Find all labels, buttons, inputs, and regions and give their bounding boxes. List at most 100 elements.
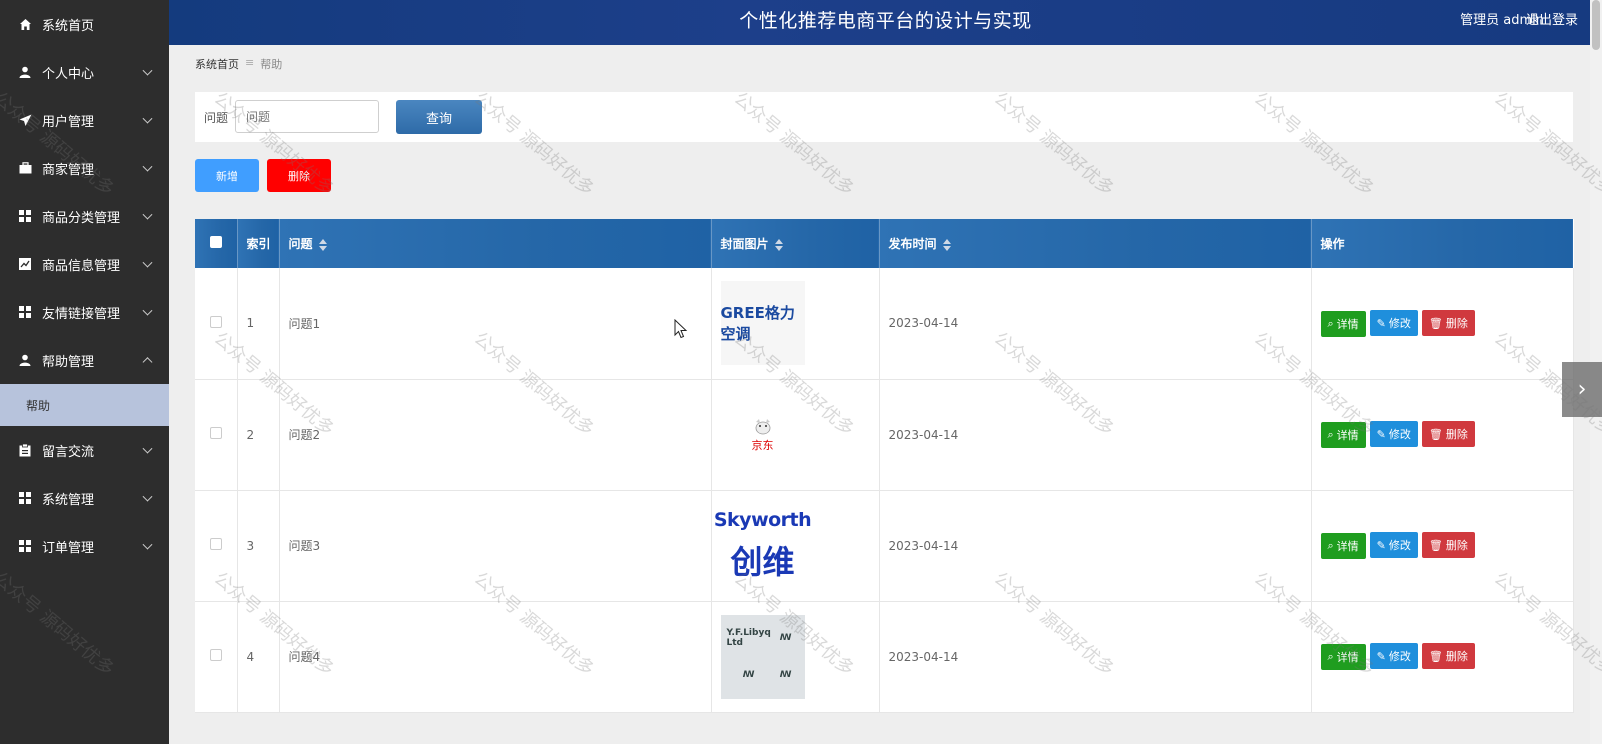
sidebar-item-label: 用户管理 [42,114,95,130]
query-button[interactable]: 查询 [396,100,482,134]
row-actions: ⌕ 详情 ✎ 修改 🗑 删除 [1311,379,1574,491]
detail-button[interactable]: ⌕ 详情 [1320,532,1366,559]
col-cover[interactable]: 封面图片 [711,219,880,268]
delete-label: 删除 [1445,317,1468,330]
chevron-right-icon[interactable]: › [1562,362,1602,417]
breadcrumb-home[interactable]: 系统首页 [195,56,239,72]
sort-icon[interactable] [774,238,783,251]
row-index: 3 [237,490,280,602]
row-question: 问题2 [279,379,712,491]
sidebar-item-help[interactable]: 帮助管理 [0,336,169,384]
header-select-all[interactable] [195,219,238,268]
sidebar-item-users[interactable]: 用户管理 [0,96,169,144]
col-cover-label: 封面图片 [720,237,769,251]
scrollbar-thumb[interactable] [1592,0,1600,50]
sidebar-item-label: 留言交流 [42,444,95,460]
row-select[interactable] [195,490,238,602]
search-icon: ⌕ [1327,427,1334,441]
delete-button[interactable]: 🗑 删除 [1421,532,1475,559]
col-date[interactable]: 发布时间 [879,219,1312,268]
chevron-up-icon [142,357,153,368]
select-all-checkbox[interactable] [209,236,222,248]
table-row: 2 问题2 京东 2023-04-14 ⌕ 详情 ✎ 修改 🗑 删除 [195,379,1574,491]
row-cover: Y.F.Libyq Ltd ꟿ ꟿ ꟿ [711,601,880,713]
row-checkbox[interactable] [209,649,222,661]
sidebar-item-label: 帮助管理 [42,354,95,370]
sidebar-item-merchants[interactable]: 商家管理 [0,144,169,192]
detail-button[interactable]: ⌕ 详情 [1320,310,1366,337]
col-question-label: 问题 [288,237,313,251]
sidebar-item-home[interactable]: 系统首页 [0,0,169,48]
sidebar-item-products[interactable]: 商品信息管理 [0,240,169,288]
edit-label: 修改 [1388,317,1411,330]
logo-icon: ꟿ [779,670,792,680]
delete-label: 删除 [1445,428,1468,442]
row-question: 问题4 [279,601,712,713]
cover-text-2: 创维 [730,542,795,581]
chevron-down-icon [142,257,153,268]
batch-delete-button[interactable]: 删除 [267,159,331,192]
sort-icon[interactable] [942,238,951,251]
user-icon [18,65,32,79]
table-row: 4 问题4 Y.F.Libyq Ltd ꟿ ꟿ ꟿ 2023-04-14 ⌕ 详情 ✎ 修改… [195,601,1574,713]
delete-button[interactable]: 🗑 删除 [1421,643,1475,670]
add-button[interactable]: 新增 [195,159,259,192]
row-actions: ⌕ 详情 ✎ 修改 🗑 删除 [1311,268,1574,380]
row-index: 1 [237,268,280,380]
detail-button[interactable]: ⌕ 详情 [1320,643,1366,670]
delete-button[interactable]: 🗑 删除 [1421,310,1475,336]
sidebar-item-system[interactable]: 系统管理 [0,474,169,522]
grid-icon [18,209,32,223]
sidebar-item-categories[interactable]: 商品分类管理 [0,192,169,240]
sidebar-item-label: 个人中心 [42,66,95,82]
search-icon: ⌕ [1327,649,1334,663]
search-input[interactable] [235,100,379,133]
logout-link[interactable]: 退出登录 [1526,0,1578,42]
delete-label: 删除 [1445,539,1468,553]
sidebar-subitem-help[interactable]: 帮助 [0,384,169,426]
search-panel: 问题 查询 [195,92,1573,142]
row-select[interactable] [195,379,238,491]
clipboard-icon [18,443,32,457]
search-icon: ⌕ [1327,316,1334,330]
jd-dog-icon [755,418,770,434]
row-index: 2 [237,379,280,491]
trash-icon: 🗑 [1428,427,1443,441]
row-date: 2023-04-14 [879,601,1312,713]
cover-text: Skyworth [713,508,812,531]
edit-button[interactable]: ✎ 修改 [1369,532,1418,559]
row-select[interactable] [195,601,238,713]
col-index: 索引 [237,219,280,268]
row-actions: ⌕ 详情 ✎ 修改 🗑 删除 [1311,601,1574,713]
trash-icon: 🗑 [1428,649,1443,663]
sidebar-item-orders[interactable]: 订单管理 [0,522,169,570]
row-checkbox[interactable] [209,315,222,328]
edit-button[interactable]: ✎ 修改 [1369,643,1418,670]
row-date: 2023-04-14 [879,490,1312,602]
sidebar-item-messages[interactable]: 留言交流 [0,426,169,474]
detail-button[interactable]: ⌕ 详情 [1320,421,1366,448]
col-actions: 操作 [1311,219,1574,268]
row-date: 2023-04-14 [879,379,1312,491]
cover-image: Y.F.Libyq Ltd ꟿ ꟿ ꟿ [720,614,805,699]
briefcase-icon [18,161,32,175]
edit-button[interactable]: ✎ 修改 [1369,421,1418,448]
row-select[interactable] [195,268,238,380]
sidebar-item-label: 商品分类管理 [42,210,121,226]
sort-icon[interactable] [318,238,327,251]
sidebar-item-profile[interactable]: 个人中心 [0,48,169,96]
sidebar-item-label: 友情链接管理 [42,306,121,322]
row-checkbox[interactable] [209,427,222,439]
cover-image: 京东 [721,393,805,477]
cover-text: Y.F.Libyq Ltd [726,628,771,648]
col-question[interactable]: 问题 [279,219,712,268]
edit-button[interactable]: ✎ 修改 [1369,310,1418,336]
sidebar-item-links[interactable]: 友情链接管理 [0,288,169,336]
row-question: 问题3 [279,490,712,602]
delete-button[interactable]: 🗑 删除 [1421,421,1475,448]
row-actions: ⌕ 详情 ✎ 修改 🗑 删除 [1311,490,1574,602]
help-table: 索引 问题 封面图片 发布时间 操作 1 问题1 GREE格力空调 2023-0… [195,219,1574,713]
detail-label: 详情 [1336,650,1359,664]
row-checkbox[interactable] [209,538,222,550]
top-header: 个性化推荐电商平台的设计与实现 管理员 admin 退出登录 [169,0,1602,45]
